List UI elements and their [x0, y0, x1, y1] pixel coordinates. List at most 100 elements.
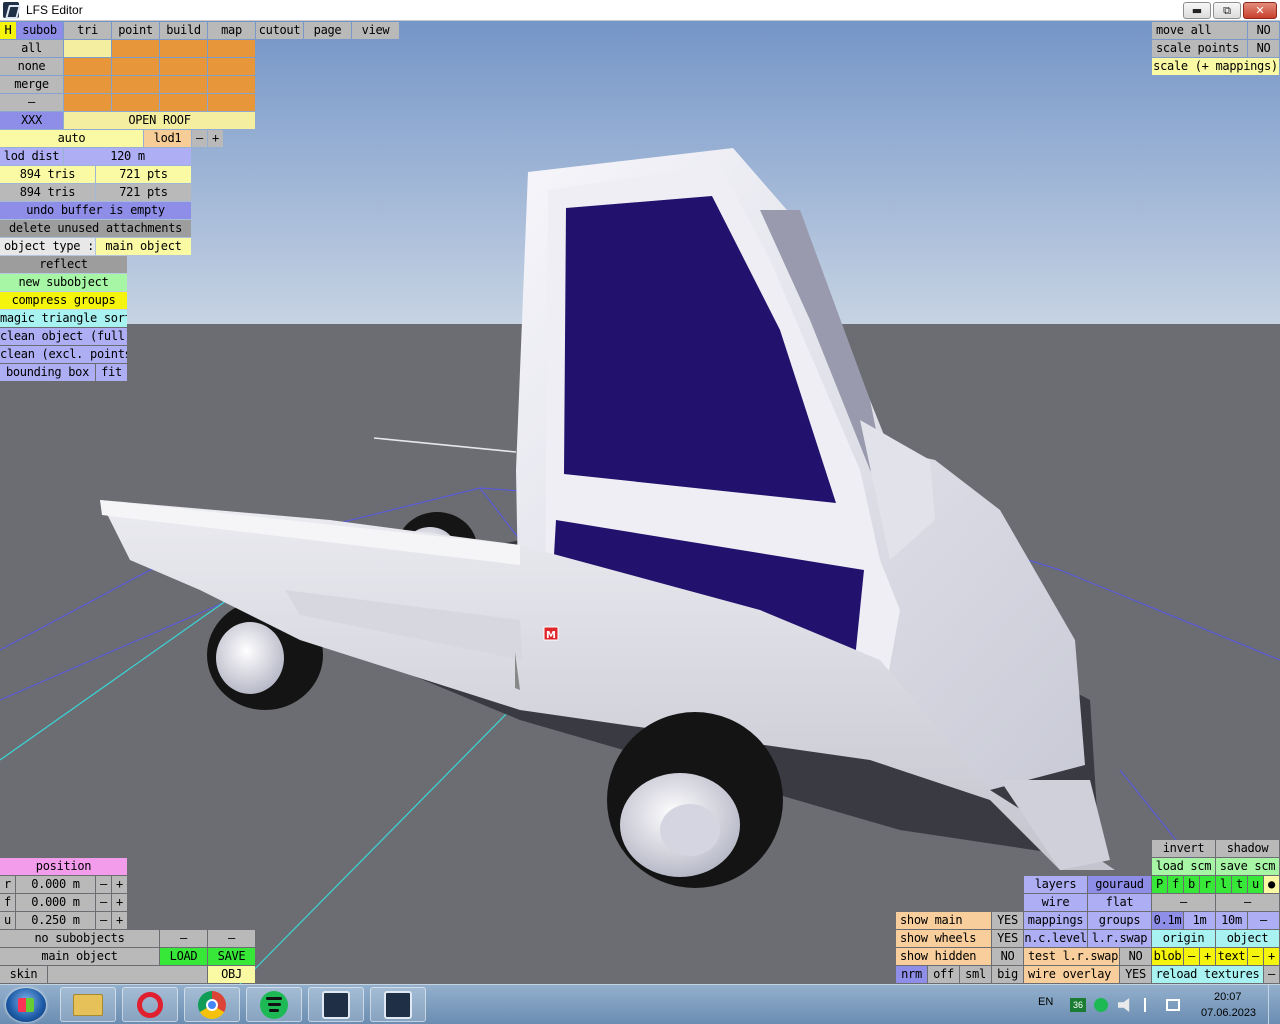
- view-letter-u[interactable]: u: [1248, 876, 1263, 893]
- show-desktop-button[interactable]: [1268, 985, 1280, 1024]
- lr-swap-button[interactable]: l.r.swap: [1088, 930, 1151, 947]
- origin-button[interactable]: origin: [1152, 930, 1215, 947]
- text-plus-button[interactable]: +: [1264, 948, 1279, 965]
- 3d-viewport[interactable]: M: [0, 0, 1280, 984]
- subobject-slot[interactable]: [208, 40, 255, 57]
- network-icon[interactable]: [1166, 999, 1180, 1011]
- clock-date[interactable]: 07.06.2023: [1201, 1007, 1256, 1024]
- layers-button[interactable]: layers: [1024, 876, 1087, 893]
- subobject-slot[interactable]: [64, 40, 111, 57]
- subobject-name-field[interactable]: OPEN ROOF: [64, 112, 255, 129]
- fit-button[interactable]: fit: [96, 364, 127, 381]
- volume-icon[interactable]: [1118, 998, 1130, 1012]
- spotify-tray-icon[interactable]: [1094, 998, 1108, 1012]
- tab-page[interactable]: page: [304, 22, 351, 39]
- wire-overlay-toggle[interactable]: YES: [1120, 966, 1151, 983]
- lod-plus-button[interactable]: +: [208, 130, 223, 147]
- opera-icon[interactable]: [122, 987, 178, 1022]
- merge-button[interactable]: merge: [0, 76, 63, 93]
- position-r-minus[interactable]: –: [96, 876, 111, 893]
- subobject-slot[interactable]: [112, 40, 159, 57]
- view-letter-f[interactable]: f: [1168, 876, 1183, 893]
- lod-auto-button[interactable]: auto: [0, 130, 143, 147]
- tab-cutout[interactable]: cutout: [256, 22, 303, 39]
- subobject-name-button[interactable]: XXX: [0, 112, 63, 129]
- tray-badge[interactable]: 36: [1070, 998, 1086, 1012]
- reload-minus-button[interactable]: –: [1264, 966, 1279, 983]
- view-letter-P[interactable]: P: [1152, 876, 1167, 893]
- tab-tri[interactable]: tri: [64, 22, 111, 39]
- position-f-plus[interactable]: +: [112, 894, 127, 911]
- flat-button[interactable]: flat: [1088, 894, 1151, 911]
- test-lr-swap-toggle[interactable]: NO: [1120, 948, 1151, 965]
- gouraud-button[interactable]: gouraud: [1088, 876, 1151, 893]
- position-r-plus[interactable]: +: [112, 876, 127, 893]
- minimize-button[interactable]: ▬: [1183, 2, 1211, 19]
- tab-subob[interactable]: subob: [16, 22, 63, 39]
- subobject-slot[interactable]: [112, 94, 159, 111]
- file-explorer-icon[interactable]: [60, 987, 116, 1022]
- subobject-slot[interactable]: [64, 58, 111, 75]
- view-letter-r[interactable]: r: [1200, 876, 1215, 893]
- reflect-button[interactable]: reflect: [0, 256, 127, 273]
- subobjects-dash-1[interactable]: –: [160, 930, 207, 947]
- off-button[interactable]: off: [928, 966, 959, 983]
- spotify-icon[interactable]: [246, 987, 302, 1022]
- close-button[interactable]: ✕: [1243, 2, 1277, 19]
- language-indicator[interactable]: EN: [1038, 996, 1053, 1024]
- flag-icon[interactable]: [1144, 998, 1156, 1012]
- view-dash-1[interactable]: –: [1152, 894, 1215, 911]
- lod-dist-value[interactable]: 120 m: [64, 148, 191, 165]
- blob-plus-button[interactable]: +: [1200, 948, 1215, 965]
- object-button[interactable]: object: [1216, 930, 1279, 947]
- sml-button[interactable]: sml: [960, 966, 991, 983]
- select-none-button[interactable]: none: [0, 58, 63, 75]
- save-button[interactable]: SAVE: [208, 948, 255, 965]
- subobject-slot[interactable]: [208, 58, 255, 75]
- show-main-toggle[interactable]: YES: [992, 912, 1023, 929]
- obj-export-button[interactable]: OBJ: [208, 966, 255, 983]
- skin-field[interactable]: [48, 966, 207, 983]
- show-wheels-toggle[interactable]: YES: [992, 930, 1023, 947]
- lod1-button[interactable]: lod1: [144, 130, 191, 147]
- undo-status[interactable]: undo buffer is empty: [0, 202, 191, 219]
- position-f-minus[interactable]: –: [96, 894, 111, 911]
- restore-button[interactable]: ⧉: [1213, 2, 1241, 19]
- grid-0-1m-button[interactable]: 0.1m: [1152, 912, 1183, 929]
- blob-minus-button[interactable]: –: [1184, 948, 1199, 965]
- show-hidden-toggle[interactable]: NO: [992, 948, 1023, 965]
- chrome-icon[interactable]: [184, 987, 240, 1022]
- view-letter-b[interactable]: b: [1184, 876, 1199, 893]
- big-button[interactable]: big: [992, 966, 1023, 983]
- nrm-button[interactable]: nrm: [896, 966, 927, 983]
- tab-point[interactable]: point: [112, 22, 159, 39]
- save-scm-button[interactable]: save scm: [1216, 858, 1279, 875]
- view-dot-button[interactable]: ●: [1264, 876, 1279, 893]
- help-button[interactable]: H: [0, 22, 16, 39]
- scale-points-toggle[interactable]: NO: [1248, 40, 1279, 57]
- lfs-editor-icon[interactable]: [370, 987, 426, 1022]
- subobject-slot[interactable]: [160, 94, 207, 111]
- scale-mappings-button[interactable]: scale (+ mappings): [1152, 58, 1279, 75]
- subobject-slot[interactable]: [160, 76, 207, 93]
- object-type-value[interactable]: main object: [96, 238, 191, 255]
- text-minus-button[interactable]: –: [1248, 948, 1263, 965]
- lfs-icon[interactable]: [308, 987, 364, 1022]
- mappings-button[interactable]: mappings: [1024, 912, 1087, 929]
- tab-view[interactable]: view: [352, 22, 399, 39]
- new-subobject-button[interactable]: new subobject: [0, 274, 127, 291]
- position-u-minus[interactable]: –: [96, 912, 111, 929]
- move-all-toggle[interactable]: NO: [1248, 22, 1279, 39]
- position-u-value[interactable]: 0.250 m: [16, 912, 95, 929]
- subobject-slot[interactable]: [208, 94, 255, 111]
- load-scm-button[interactable]: load scm: [1152, 858, 1215, 875]
- magic-triangle-sort-button[interactable]: magic triangle sort: [0, 310, 127, 327]
- lod-minus-button[interactable]: –: [192, 130, 207, 147]
- subobject-slot[interactable]: [112, 58, 159, 75]
- subobject-slot[interactable]: [112, 76, 159, 93]
- select-all-button[interactable]: all: [0, 40, 63, 57]
- subobjects-dash-2[interactable]: –: [208, 930, 255, 947]
- delete-unused-attachments-button[interactable]: delete unused attachments: [0, 220, 191, 237]
- position-u-plus[interactable]: +: [112, 912, 127, 929]
- groups-button[interactable]: groups: [1088, 912, 1151, 929]
